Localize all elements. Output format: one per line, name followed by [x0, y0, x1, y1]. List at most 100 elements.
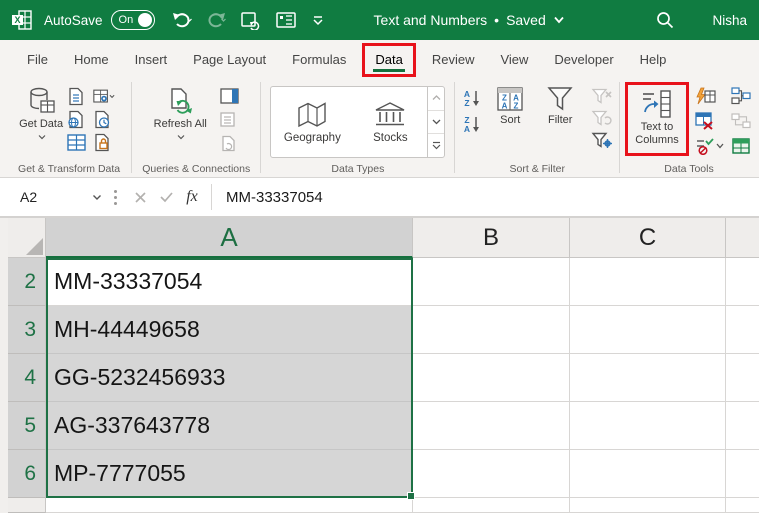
column-header-partial[interactable]: [726, 218, 759, 258]
consolidate-button[interactable]: [731, 86, 753, 106]
autosave-toggle[interactable]: On: [110, 10, 155, 30]
refresh-all-button[interactable]: Refresh All: [150, 84, 210, 144]
properties-icon[interactable]: [220, 110, 242, 130]
stocks-data-type[interactable]: Stocks: [353, 87, 427, 157]
recent-sources-icon[interactable]: [93, 109, 115, 129]
formula-bar-input[interactable]: MM-33337054: [218, 189, 323, 206]
column-header-c[interactable]: C: [570, 218, 726, 258]
get-data-button[interactable]: Get Data: [15, 84, 67, 144]
document-name: Text and Numbers: [373, 12, 488, 28]
cell-partial[interactable]: [726, 354, 759, 402]
tab-insert[interactable]: Insert: [122, 40, 181, 78]
tab-view[interactable]: View: [487, 40, 541, 78]
flash-fill-button[interactable]: [695, 86, 717, 106]
text-to-columns-icon: [643, 90, 671, 118]
geography-data-type[interactable]: Geography: [271, 87, 353, 157]
cell-a6[interactable]: MP-7777055: [46, 450, 413, 498]
manage-data-model-button[interactable]: [731, 136, 753, 156]
advanced-filter-button[interactable]: [591, 130, 613, 150]
save-versions-icon[interactable]: [237, 6, 264, 34]
table-row: 6 MP-7777055: [8, 450, 759, 498]
from-text-csv-icon[interactable]: [67, 86, 89, 106]
cell-partial[interactable]: [726, 498, 759, 513]
sort-dialog-icon: Z A A Z: [497, 87, 523, 111]
redo-button[interactable]: [203, 6, 229, 34]
cell-a5[interactable]: AG-337643778: [46, 402, 413, 450]
gallery-more-button[interactable]: [428, 134, 444, 157]
row-header-3[interactable]: 3: [8, 306, 46, 354]
group-label: Sort & Filter: [509, 163, 565, 175]
tab-formulas[interactable]: Formulas: [279, 40, 359, 78]
cell-b2[interactable]: [413, 258, 570, 306]
group-label: Queries & Connections: [142, 163, 251, 175]
select-all-button[interactable]: [8, 218, 46, 258]
queries-connections-pane-icon[interactable]: [220, 86, 242, 106]
from-web-icon[interactable]: [67, 109, 89, 129]
cell-c4[interactable]: [570, 354, 726, 402]
insert-function-button[interactable]: fx: [179, 178, 205, 216]
user-name[interactable]: Nisha: [712, 13, 747, 28]
remove-duplicates-button[interactable]: [695, 111, 717, 131]
cell-partial[interactable]: [726, 258, 759, 306]
cell-b6[interactable]: [413, 450, 570, 498]
undo-button[interactable]: [169, 6, 195, 34]
cell-b7[interactable]: [413, 498, 570, 513]
gallery-scroll-down[interactable]: [428, 111, 445, 135]
dropdown-chevron-icon: [38, 135, 46, 140]
sort-button[interactable]: Z A A Z Sort: [489, 84, 531, 127]
cell-partial[interactable]: [726, 306, 759, 354]
cell-c5[interactable]: [570, 402, 726, 450]
existing-connections-icon[interactable]: [93, 132, 115, 152]
cell-b4[interactable]: [413, 354, 570, 402]
spreadsheet-grid: A B C 2 MM-33337054 3 MH-44449658 4 GG-5…: [0, 218, 759, 513]
tab-developer[interactable]: Developer: [541, 40, 626, 78]
cell-a7[interactable]: [46, 498, 413, 513]
cell-c2[interactable]: [570, 258, 726, 306]
search-icon[interactable]: [652, 6, 678, 34]
cell-a2[interactable]: MM-33337054: [46, 258, 413, 306]
quick-access-toolbar-chevron-icon[interactable]: [308, 6, 328, 34]
reapply-filter-button[interactable]: [591, 108, 613, 128]
gallery-scroll-up[interactable]: [428, 87, 445, 111]
cell-c6[interactable]: [570, 450, 726, 498]
sort-descending-button[interactable]: ZA: [463, 114, 485, 134]
cell-partial[interactable]: [726, 450, 759, 498]
column-header-b[interactable]: B: [413, 218, 570, 258]
from-table-range-icon[interactable]: [67, 132, 89, 152]
cell-c3[interactable]: [570, 306, 726, 354]
enter-button[interactable]: [153, 178, 179, 216]
tab-help[interactable]: Help: [627, 40, 680, 78]
table-row: 3 MH-44449658: [8, 306, 759, 354]
cancel-button[interactable]: [127, 178, 153, 216]
sort-ascending-button[interactable]: AZ: [463, 88, 485, 108]
data-validation-button[interactable]: [695, 136, 725, 156]
cell-a3[interactable]: MH-44449658: [46, 306, 413, 354]
cell-c7[interactable]: [570, 498, 726, 513]
tab-home[interactable]: Home: [61, 40, 122, 78]
row-header-7[interactable]: [8, 498, 46, 513]
document-title[interactable]: Text and Numbers • Saved: [374, 12, 565, 28]
column-header-a[interactable]: A: [46, 218, 413, 258]
tab-file[interactable]: File: [14, 40, 61, 78]
tab-page-layout[interactable]: Page Layout: [180, 40, 279, 78]
clear-filter-button[interactable]: [591, 86, 613, 106]
row-header-5[interactable]: 5: [8, 402, 46, 450]
cell-b3[interactable]: [413, 306, 570, 354]
tab-review[interactable]: Review: [419, 40, 488, 78]
ribbon-data: Get Data Get & Transform Data Refresh Al…: [0, 78, 759, 178]
ribbon-display-options-icon[interactable]: [272, 6, 300, 34]
relationships-button[interactable]: [731, 111, 753, 131]
row-header-2[interactable]: 2: [8, 258, 46, 306]
cell-a4[interactable]: GG-5232456933: [46, 354, 413, 402]
row-header-4[interactable]: 4: [8, 354, 46, 402]
formula-bar-handle[interactable]: [108, 189, 127, 205]
from-table-picture-icon[interactable]: [93, 86, 115, 106]
name-box[interactable]: A2: [8, 178, 108, 216]
filter-button[interactable]: Filter: [537, 84, 583, 127]
row-header-6[interactable]: 6: [8, 450, 46, 498]
text-to-columns-button[interactable]: Text to Columns: [629, 87, 685, 147]
cell-b5[interactable]: [413, 402, 570, 450]
edit-links-icon[interactable]: [220, 134, 242, 154]
cell-partial[interactable]: [726, 402, 759, 450]
tab-data[interactable]: Data: [362, 43, 416, 77]
